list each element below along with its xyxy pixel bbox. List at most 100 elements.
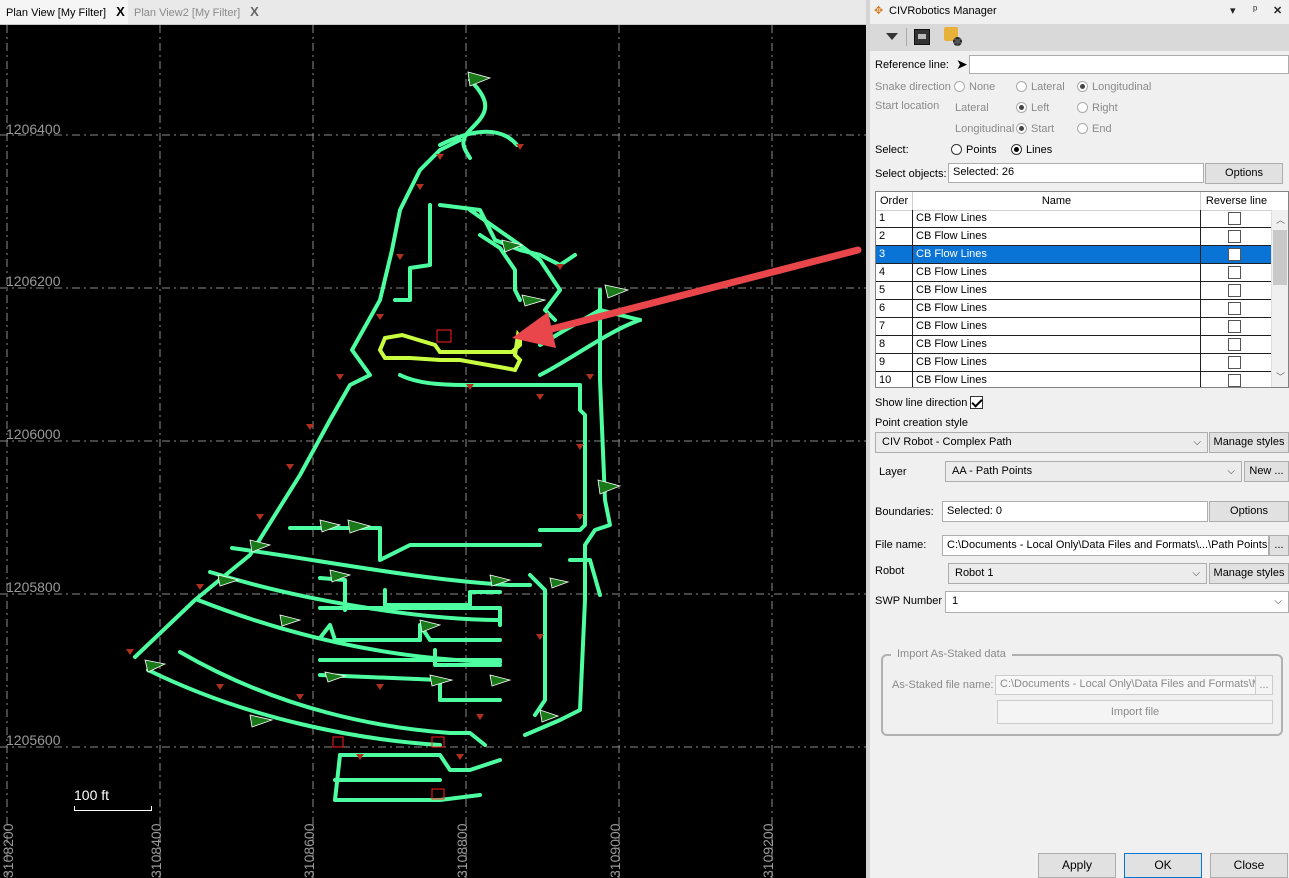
select-objects-field[interactable]: Selected: 26 <box>948 163 1204 183</box>
table-row-selected[interactable]: 3 CB Flow Lines <box>876 246 1272 264</box>
reverse-line-checkbox[interactable] <box>1228 266 1241 279</box>
reverse-line-checkbox[interactable] <box>1228 374 1241 387</box>
y-axis-label: 1206400 <box>6 121 61 137</box>
scrollbar-thumb[interactable] <box>1273 230 1287 285</box>
reverse-line-cell <box>1201 228 1272 245</box>
column-header-name[interactable]: Name <box>913 192 1201 210</box>
pick-cursor-icon[interactable]: ➤ <box>956 56 968 73</box>
file-browse-button[interactable]: ... <box>1269 535 1289 556</box>
select-lines-radio[interactable]: Lines <box>1011 144 1052 156</box>
file-name-input[interactable]: C:\Documents - Local Only\Data Files and… <box>942 535 1269 556</box>
tab-plan-view2-label: Plan View2 [My Filter] <box>134 7 241 19</box>
view-tab-bar: Plan View [My Filter] X Plan View2 [My Fi… <box>0 0 866 25</box>
tab-plan-view2[interactable]: Plan View2 [My Filter] X <box>128 0 268 24</box>
robot-manage-styles-button[interactable]: Manage styles <box>1209 563 1289 584</box>
table-row[interactable]: 7 CB Flow Lines <box>876 318 1272 336</box>
reverse-line-cell <box>1201 264 1272 281</box>
radio-icon <box>1016 81 1027 92</box>
select-objects-options-button[interactable]: Options <box>1205 163 1283 184</box>
lateral-right-radio[interactable]: Right <box>1077 102 1118 114</box>
show-line-direction-checkbox[interactable] <box>970 396 984 409</box>
reverse-line-checkbox[interactable] <box>1228 284 1241 297</box>
ok-button[interactable]: OK <box>1124 853 1202 878</box>
scroll-up-icon[interactable]: ︿ <box>1276 213 1285 226</box>
table-row[interactable]: 2 CB Flow Lines <box>876 228 1272 246</box>
snake-none-radio[interactable]: None <box>954 81 995 93</box>
reverse-line-checkbox[interactable] <box>1228 212 1241 225</box>
select-points-radio[interactable]: Points <box>951 144 997 156</box>
reverse-line-checkbox[interactable] <box>1228 302 1241 315</box>
reverse-line-checkbox[interactable] <box>1228 338 1241 351</box>
show-line-direction[interactable]: Show line direction <box>875 396 984 409</box>
image-icon[interactable] <box>914 29 930 45</box>
boundaries-label: Boundaries: <box>875 506 934 518</box>
import-as-staked-group: Import As-Staked data As-Staked file nam… <box>881 648 1283 736</box>
row-name: CB Flow Lines <box>913 228 1201 245</box>
snake-direction-label: Snake direction <box>875 81 951 93</box>
lateral-left-radio[interactable]: Left <box>1016 102 1049 114</box>
tab-plan-view[interactable]: Plan View [My Filter] X <box>0 0 128 24</box>
menu-dropdown-icon[interactable]: ▾ <box>1230 4 1236 17</box>
close-icon[interactable]: X <box>116 4 125 19</box>
table-row[interactable]: 8 CB Flow Lines <box>876 336 1272 354</box>
reverse-line-cell <box>1201 336 1272 353</box>
import-file-button[interactable]: Import file <box>997 700 1273 724</box>
scroll-down-icon[interactable]: ﹀ <box>1276 370 1285 383</box>
reference-line-input[interactable] <box>969 55 1289 74</box>
apply-button[interactable]: Apply <box>1038 853 1116 878</box>
longitudinal-end-radio[interactable]: End <box>1077 123 1112 135</box>
reverse-line-checkbox[interactable] <box>1228 356 1241 369</box>
radio-icon <box>1077 123 1088 134</box>
boundaries-options-button[interactable]: Options <box>1209 501 1289 522</box>
swp-number-value: 1 <box>952 595 959 607</box>
reverse-line-cell <box>1201 354 1272 371</box>
reverse-line-checkbox[interactable] <box>1228 230 1241 243</box>
boundaries-field[interactable]: Selected: 0 <box>942 501 1208 522</box>
flow-line-paths[interactable] <box>133 78 642 802</box>
table-row[interactable]: 5 CB Flow Lines <box>876 282 1272 300</box>
column-header-reverse-line[interactable]: Reverse line <box>1201 192 1272 210</box>
layer-select[interactable]: AA - Path Points ⌵ <box>945 461 1242 482</box>
snake-longitudinal-radio[interactable]: Longitudinal <box>1077 81 1151 93</box>
table-row[interactable]: 9 CB Flow Lines <box>876 354 1272 372</box>
reverse-line-checkbox[interactable] <box>1228 248 1241 261</box>
longitudinal-start-label: Start <box>1031 123 1055 135</box>
new-layer-button[interactable]: New ... <box>1244 461 1289 482</box>
longitudinal-start-radio[interactable]: Start <box>1016 123 1054 135</box>
manage-styles-button[interactable]: Manage styles <box>1209 432 1289 453</box>
toolbar-dropdown-icon[interactable] <box>886 33 898 40</box>
as-staked-browse-button[interactable]: ... <box>1255 675 1273 695</box>
table-row[interactable]: 6 CB Flow Lines <box>876 300 1272 318</box>
row-name: CB Flow Lines <box>913 210 1201 227</box>
row-order: 9 <box>876 354 913 371</box>
as-staked-file-input[interactable]: C:\Documents - Local Only\Data Files and… <box>995 675 1256 695</box>
table-row[interactable]: 10 CB Flow Lines <box>876 372 1272 387</box>
close-icon[interactable]: X <box>250 4 259 19</box>
reverse-line-cell <box>1201 282 1272 299</box>
lines-order-table[interactable]: Order Name Reverse line 1 CB Flow Lines 2… <box>875 191 1289 388</box>
reverse-line-checkbox[interactable] <box>1228 320 1241 333</box>
close-icon[interactable]: ✕ <box>1273 4 1282 17</box>
select-objects-label: Select objects: <box>875 168 947 180</box>
highlighted-line[interactable] <box>377 329 523 373</box>
table-row[interactable]: 4 CB Flow Lines <box>876 264 1272 282</box>
x-axis-label: 3109000 <box>607 823 623 878</box>
point-creation-style-select[interactable]: CIV Robot - Complex Path ⌵ <box>875 432 1208 453</box>
snake-lateral-radio[interactable]: Lateral <box>1016 81 1065 93</box>
robot-select[interactable]: Robot 1 ⌵ <box>948 563 1207 584</box>
plan-drawing[interactable] <box>0 25 866 878</box>
table-row[interactable]: 1 CB Flow Lines <box>876 210 1272 228</box>
direction-flags <box>144 71 630 728</box>
select-points-label: Points <box>966 144 997 156</box>
scale-bar <box>74 806 152 811</box>
close-button[interactable]: Close <box>1210 853 1288 878</box>
table-scrollbar[interactable]: ︿ ﹀ <box>1271 210 1288 387</box>
radio-icon <box>1011 144 1022 155</box>
column-header-order[interactable]: Order <box>876 192 913 210</box>
swp-number-select[interactable]: 1 ⌵ <box>945 591 1289 613</box>
snake-none-label: None <box>969 81 996 93</box>
pin-icon[interactable]: ᵖ <box>1253 4 1257 16</box>
chevron-down-icon: ⌵ <box>1274 596 1282 607</box>
settings-icon[interactable] <box>944 27 962 46</box>
table-header: Order Name Reverse line <box>876 192 1272 211</box>
